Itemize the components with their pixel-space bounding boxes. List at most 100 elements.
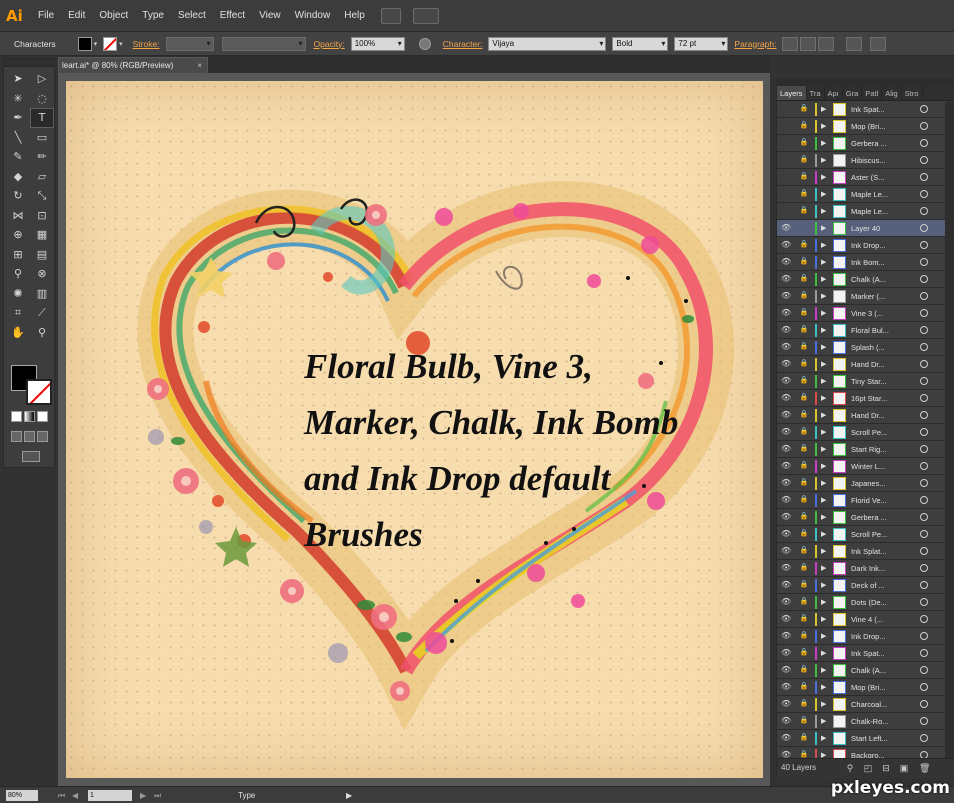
layer-row[interactable]: 👁 🔒 ▶ Deck of ... xyxy=(777,577,945,594)
pen-tool-icon[interactable]: ✒ xyxy=(6,108,30,128)
lock-icon[interactable]: 🔒 xyxy=(799,461,809,471)
tools-panel-grip[interactable] xyxy=(4,59,54,67)
visibility-eye-icon[interactable]: 👁 xyxy=(781,393,791,403)
expand-layer-icon[interactable]: ▶ xyxy=(821,715,826,728)
expand-layer-icon[interactable]: ▶ xyxy=(821,528,826,541)
layer-name[interactable]: Mop (Bri... xyxy=(851,118,886,135)
expand-layer-icon[interactable]: ▶ xyxy=(821,324,826,337)
target-circle-icon[interactable] xyxy=(920,156,928,164)
layer-row[interactable]: 👁 🔒 ▶ Florid Ve... xyxy=(777,492,945,509)
layer-name[interactable]: 16pt Star... xyxy=(851,390,887,407)
artwork-caption[interactable]: Floral Bulb, Vine 3, Marker, Chalk, Ink … xyxy=(304,339,734,563)
document-tab[interactable]: leart.ai* @ 80% (RGB/Preview) × xyxy=(58,57,208,73)
expand-layer-icon[interactable]: ▶ xyxy=(821,341,826,354)
gradient-tool-icon[interactable]: ▤ xyxy=(30,245,54,265)
stroke-label[interactable]: Stroke: xyxy=(133,39,160,49)
draw-normal-icon[interactable] xyxy=(11,431,22,442)
visibility-eye-icon[interactable]: 👁 xyxy=(781,699,791,709)
expand-layer-icon[interactable]: ▶ xyxy=(821,171,826,184)
make-clipping-mask-icon[interactable]: ◰ xyxy=(863,763,873,773)
lock-icon[interactable]: 🔒 xyxy=(799,631,809,641)
first-artboard-icon[interactable]: ⏮ xyxy=(58,790,65,801)
recolor-artwork-icon[interactable] xyxy=(418,37,431,50)
hand-tool-icon[interactable]: ✋ xyxy=(6,323,30,343)
lock-icon[interactable]: 🔒 xyxy=(799,359,809,369)
target-circle-icon[interactable] xyxy=(920,343,928,351)
lock-icon[interactable]: 🔒 xyxy=(799,733,809,743)
visibility-eye-icon[interactable]: 👁 xyxy=(781,223,791,233)
stroke-swatch[interactable] xyxy=(103,36,118,51)
menu-help[interactable]: Help xyxy=(344,10,365,21)
layer-name[interactable]: Scroll Pe... xyxy=(851,424,887,441)
expand-layer-icon[interactable]: ▶ xyxy=(821,120,826,133)
lock-icon[interactable]: 🔒 xyxy=(799,121,809,131)
blob-brush-tool-icon[interactable]: ◆ xyxy=(6,167,30,187)
target-circle-icon[interactable] xyxy=(920,241,928,249)
visibility-eye-icon[interactable]: 👁 xyxy=(781,495,791,505)
lock-icon[interactable]: 🔒 xyxy=(799,393,809,403)
lock-icon[interactable]: 🔒 xyxy=(799,376,809,386)
expand-layer-icon[interactable]: ▶ xyxy=(821,647,826,660)
layer-name[interactable]: Ink Spat... xyxy=(851,101,885,118)
align-center-icon[interactable] xyxy=(800,36,817,51)
expand-layer-icon[interactable]: ▶ xyxy=(821,358,826,371)
layer-row[interactable]: 👁 🔒 ▶ Chalk-Ro... xyxy=(777,713,945,730)
layer-name[interactable]: Hibiscus... xyxy=(851,152,886,169)
font-style-field[interactable]: Bold xyxy=(612,36,669,51)
target-circle-icon[interactable] xyxy=(920,292,928,300)
target-circle-icon[interactable] xyxy=(920,564,928,572)
layer-name[interactable]: Tiny Star... xyxy=(851,373,887,390)
visibility-eye-icon[interactable]: 👁 xyxy=(781,240,791,250)
expand-layer-icon[interactable]: ▶ xyxy=(821,392,826,405)
target-circle-icon[interactable] xyxy=(920,598,928,606)
lock-icon[interactable]: 🔒 xyxy=(799,240,809,250)
lock-icon[interactable]: 🔒 xyxy=(799,444,809,454)
bridge-icon[interactable] xyxy=(380,7,401,24)
lock-icon[interactable]: 🔒 xyxy=(799,699,809,709)
expand-layer-icon[interactable]: ▶ xyxy=(821,154,826,167)
layer-name[interactable]: Start Rig... xyxy=(851,441,886,458)
fill-swatch[interactable] xyxy=(77,36,92,51)
target-circle-icon[interactable] xyxy=(920,649,928,657)
layer-name[interactable]: Ink Drop... xyxy=(851,628,886,645)
visibility-eye-icon[interactable]: 👁 xyxy=(781,665,791,675)
layer-row[interactable]: 👁 🔒 ▶ Floral Bul... xyxy=(777,322,945,339)
expand-layer-icon[interactable]: ▶ xyxy=(821,426,826,439)
layer-row[interactable]: 👁 🔒 ▶ Tiny Star... xyxy=(777,373,945,390)
layer-row[interactable]: 👁 🔒 ▶ Dark Ink... xyxy=(777,560,945,577)
width-tool-icon[interactable]: ⋈ xyxy=(6,206,30,226)
tab-graphic-styles[interactable]: Gra xyxy=(843,86,863,100)
visibility-eye-icon[interactable]: 👁 xyxy=(781,682,791,692)
visibility-eye-icon[interactable]: 👁 xyxy=(781,563,791,573)
stroke-color-box[interactable] xyxy=(26,379,52,405)
lock-icon[interactable] xyxy=(799,223,809,233)
layer-name[interactable]: Chalk (A... xyxy=(851,271,886,288)
lock-icon[interactable]: 🔒 xyxy=(799,495,809,505)
visibility-eye-icon[interactable]: 👁 xyxy=(781,546,791,556)
visibility-eye-icon[interactable]: 👁 xyxy=(781,597,791,607)
layer-row[interactable]: 👁 🔒 ▶ Marker (... xyxy=(777,288,945,305)
layer-row[interactable]: 🔒 ▶ Maple Le... xyxy=(777,186,945,203)
lock-icon[interactable]: 🔒 xyxy=(799,597,809,607)
target-circle-icon[interactable] xyxy=(920,513,928,521)
target-circle-icon[interactable] xyxy=(920,411,928,419)
target-circle-icon[interactable] xyxy=(920,207,928,215)
expand-layer-icon[interactable]: ▶ xyxy=(821,290,826,303)
target-circle-icon[interactable] xyxy=(920,717,928,725)
target-circle-icon[interactable] xyxy=(920,666,928,674)
lock-icon[interactable]: 🔒 xyxy=(799,342,809,352)
layer-row[interactable]: 👁 🔒 ▶ Start Rig... xyxy=(777,441,945,458)
panel-menu-icon[interactable] xyxy=(870,36,887,51)
layer-name[interactable]: Hand Dr... xyxy=(851,356,885,373)
tab-pathfinder[interactable]: Patl xyxy=(862,86,883,100)
magic-wand-tool-icon[interactable]: ✳ xyxy=(6,89,30,109)
target-circle-icon[interactable] xyxy=(920,632,928,640)
opacity-label[interactable]: Opacity: xyxy=(314,39,345,49)
direct-selection-tool-icon[interactable]: ▷ xyxy=(30,69,54,89)
expand-layer-icon[interactable]: ▶ xyxy=(821,103,826,116)
transform-icon[interactable] xyxy=(846,36,863,51)
layer-row[interactable]: 🔒 ▶ Mop (Bri... xyxy=(777,118,945,135)
target-circle-icon[interactable] xyxy=(920,190,928,198)
layer-row[interactable]: 👁 🔒 ▶ Ink Spat... xyxy=(777,645,945,662)
visibility-eye-icon[interactable]: 👁 xyxy=(781,342,791,352)
